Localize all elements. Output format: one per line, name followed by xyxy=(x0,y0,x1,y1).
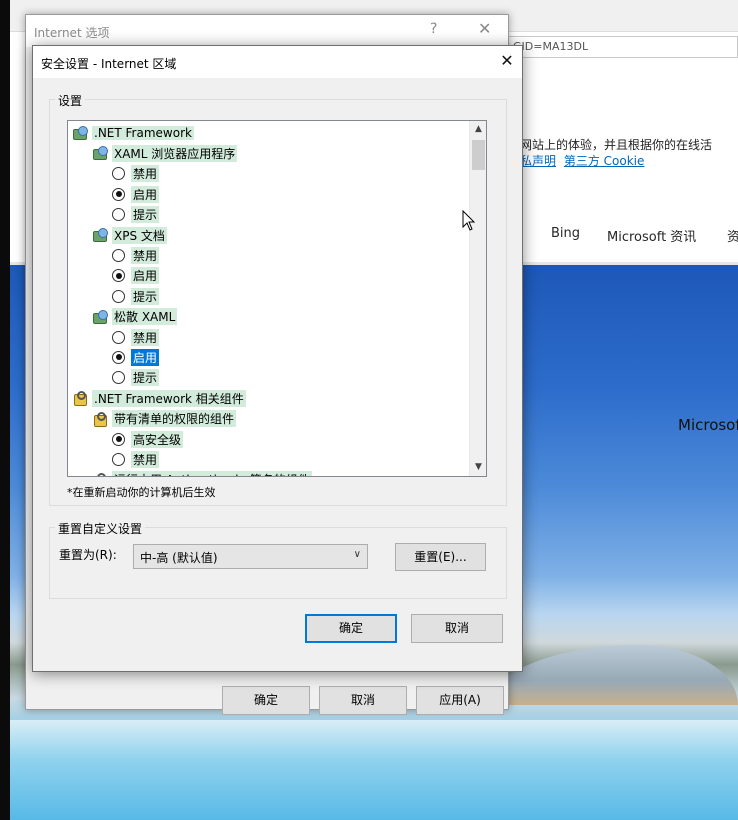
tree-node-label: 启用 xyxy=(131,185,160,203)
tree-node-label: XAML 浏览器应用程序 xyxy=(112,144,238,162)
tree-option[interactable]: 提示 xyxy=(112,206,160,224)
radio-unchecked-icon[interactable] xyxy=(112,248,125,262)
internet-options-titlebar: Internet 选项 ? ✕ xyxy=(26,15,508,47)
tree-option[interactable]: 启用 xyxy=(112,267,160,285)
reset-level-select[interactable]: 中-高 (默认值) ∨ xyxy=(133,544,368,569)
settings-group-label: 设置 xyxy=(55,92,86,109)
settings-group-icon xyxy=(92,228,108,242)
restart-note: *在重新启动你的计算机后生效 xyxy=(67,486,216,499)
tree-node-label: 提示 xyxy=(131,287,160,305)
tree-option[interactable]: 启用 xyxy=(112,185,160,203)
radio-checked-icon[interactable] xyxy=(112,350,125,364)
tree-node-label: .NET Framework xyxy=(92,126,194,140)
security-lock-icon xyxy=(92,411,108,427)
radio-checked-icon[interactable] xyxy=(112,187,125,201)
tree-node-label: 提示 xyxy=(131,206,160,224)
cookie-notice-text: 门网站上的体验，并且根据你的在线活 xyxy=(508,138,713,152)
tree-category[interactable]: .NET Framework xyxy=(72,124,194,142)
tree-scrollbar[interactable]: ▲ ▼ xyxy=(469,121,486,476)
settings-group-icon xyxy=(92,309,108,324)
internet-options-cancel-button[interactable]: 取消 xyxy=(319,686,407,715)
scroll-thumb[interactable] xyxy=(472,140,485,170)
close-icon[interactable]: ✕ xyxy=(478,19,491,38)
tree-option[interactable]: 提示 xyxy=(112,287,160,305)
tree-option[interactable]: 高安全级 xyxy=(112,430,184,448)
security-settings-dialog: 安全设置 - Internet 区域 ✕ 设置 .NET Framework XA… xyxy=(32,45,523,672)
reset-level-value: 中-高 (默认值) xyxy=(140,551,218,565)
reset-button[interactable]: 重置(E)... xyxy=(395,543,486,571)
internet-options-ok-button[interactable]: 确定 xyxy=(222,686,310,715)
internet-options-apply-button[interactable]: 应用(A) xyxy=(416,686,504,715)
nav-item-bing[interactable]: Bing xyxy=(551,226,580,241)
radio-checked-icon[interactable] xyxy=(112,269,125,283)
tree-option[interactable]: 禁用 xyxy=(112,328,160,346)
tree-node-label: XPS 文档 xyxy=(112,226,167,244)
tree-category[interactable]: .NET Framework 相关组件 xyxy=(72,389,246,407)
radio-unchecked-icon[interactable] xyxy=(112,371,125,385)
settings-tree[interactable]: .NET Framework XAML 浏览器应用程序 禁用 启用 提示 XPS 文档 禁用… xyxy=(67,120,487,477)
tree-node-label: 提示 xyxy=(131,369,160,387)
security-lock-icon xyxy=(72,391,88,407)
scroll-down-icon[interactable]: ▼ xyxy=(470,459,486,476)
radio-unchecked-icon[interactable] xyxy=(112,167,125,181)
cookie-notice-links: 隐私声明 第三方 Cookie xyxy=(508,152,648,169)
radio-checked-icon[interactable] xyxy=(112,432,125,446)
radio-unchecked-icon[interactable] xyxy=(112,330,125,344)
ok-button[interactable]: 确定 xyxy=(305,614,397,643)
tree-option[interactable]: 提示 xyxy=(112,369,160,387)
tree-node-label: 禁用 xyxy=(131,165,160,183)
reset-to-label: 重置为(R): xyxy=(59,548,117,562)
tree-node-label: 禁用 xyxy=(131,246,160,264)
hero-text: Microsoft xyxy=(678,416,738,434)
hero-water xyxy=(10,720,738,820)
nav-item-microsoft-news[interactable]: Microsoft 资讯 xyxy=(607,226,696,245)
tree-option[interactable]: 禁用 xyxy=(112,246,160,264)
help-icon[interactable]: ? xyxy=(430,21,437,37)
tree-node-label: 松散 XAML xyxy=(112,308,178,326)
tree-node-label: 运行未用 Authenticode 签名的组件 xyxy=(112,471,312,476)
tree-node-label: 禁用 xyxy=(131,450,160,468)
settings-group-icon xyxy=(72,126,88,140)
nav-item-more[interactable]: 资 xyxy=(727,226,738,245)
radio-unchecked-icon[interactable] xyxy=(112,452,125,466)
tree-subcategory[interactable]: XPS 文档 xyxy=(92,226,167,244)
tree-node-label: 禁用 xyxy=(131,328,160,346)
tree-subcategory[interactable]: 带有清单的权限的组件 xyxy=(92,410,237,428)
tree-option[interactable]: 启用 xyxy=(112,348,160,366)
radio-unchecked-icon[interactable] xyxy=(112,208,125,222)
radio-unchecked-icon[interactable] xyxy=(112,289,125,303)
tree-subcategory[interactable]: 松散 XAML xyxy=(92,308,178,326)
cancel-button[interactable]: 取消 xyxy=(411,614,503,643)
security-lock-icon xyxy=(92,472,108,476)
security-settings-title: 安全设置 - Internet 区域 xyxy=(41,57,177,71)
tree-subcategory[interactable]: XAML 浏览器应用程序 xyxy=(92,144,238,162)
screen-edge xyxy=(0,0,10,820)
mouse-cursor-icon xyxy=(462,210,476,231)
internet-options-title: Internet 选项 xyxy=(34,26,110,40)
tree-node-label: .NET Framework 相关组件 xyxy=(92,389,246,407)
tree-subcategory[interactable]: 运行未用 Authenticode 签名的组件 xyxy=(92,471,312,476)
address-bar[interactable]: GID=MA13DL xyxy=(506,36,738,58)
third-party-cookie-link[interactable]: 第三方 Cookie xyxy=(564,154,645,168)
close-icon[interactable]: ✕ xyxy=(495,50,519,72)
tree-node-label: 高安全级 xyxy=(131,430,184,448)
scroll-up-icon[interactable]: ▲ xyxy=(470,121,486,138)
tree-option[interactable]: 禁用 xyxy=(112,165,160,183)
tree-node-label: 启用 xyxy=(131,348,160,366)
settings-group-icon xyxy=(92,146,108,161)
tree-option[interactable]: 禁用 xyxy=(112,450,160,468)
reset-group-label: 重置自定义设置 xyxy=(55,520,146,537)
tree-node-label: 带有清单的权限的组件 xyxy=(112,410,237,428)
tree-node-label: 启用 xyxy=(131,267,160,285)
chevron-down-icon: ∨ xyxy=(353,549,361,560)
security-settings-titlebar: 安全设置 - Internet 区域 ✕ xyxy=(33,46,522,78)
